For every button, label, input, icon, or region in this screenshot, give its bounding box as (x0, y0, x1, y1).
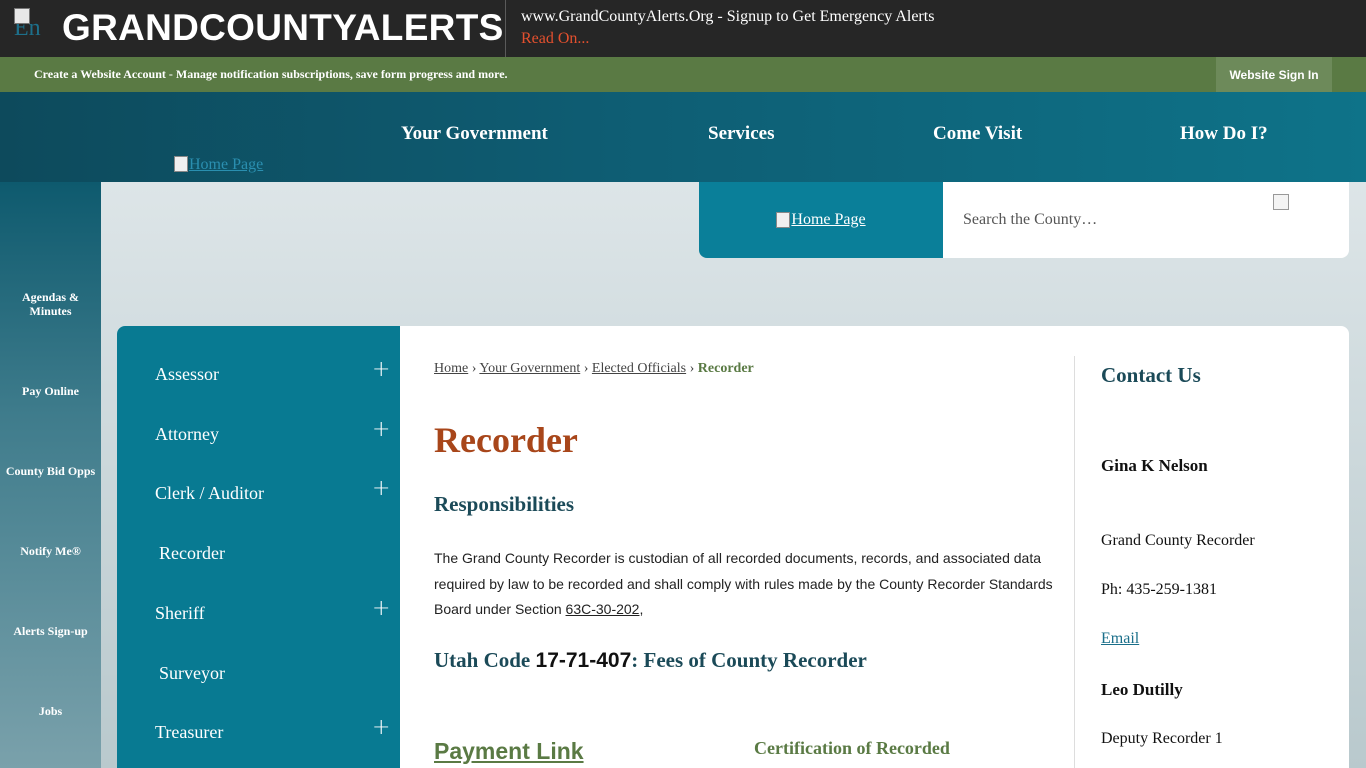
payment-link[interactable]: Payment Link (434, 738, 584, 765)
alert-read-on-link[interactable]: Read On... (521, 30, 589, 48)
contact-person2-title: Deputy Recorder 1 (1101, 730, 1223, 747)
subnav-item-attorney[interactable]: Attorney + (117, 414, 400, 454)
quick-link-jobs[interactable]: Jobs (0, 704, 101, 718)
nav-home-page-link[interactable]: Home Page (174, 156, 263, 174)
utah-code-prefix: Utah Code (434, 648, 536, 672)
certification-heading: Certification of Recorded (754, 738, 950, 758)
search-icon[interactable] (1273, 194, 1289, 210)
page-title: Recorder (434, 420, 578, 460)
contact-person2-name: Leo Dutilly (1101, 680, 1183, 699)
content-card: Assessor + Attorney + Clerk / Auditor + … (117, 326, 1349, 768)
utah-code-heading: Utah Code 17-71-407: Fees of County Reco… (434, 648, 867, 673)
website-sign-in-button[interactable]: Website Sign In (1216, 57, 1332, 92)
subnav-item-surveyor[interactable]: Surveyor (117, 653, 400, 693)
nav-services[interactable]: Services (708, 123, 774, 145)
emergency-alert-bar: En GRANDCOUNTYALERTS www.GrandCountyAler… (0, 0, 1366, 57)
expand-plus-icon[interactable]: + (372, 478, 390, 500)
contact-phone: Ph: 435-259-1381 (1101, 581, 1217, 598)
nav-how-do-i[interactable]: How Do I? (1180, 123, 1268, 145)
quick-links-sidebar: Agendas & Minutes Pay Online County Bid … (0, 182, 101, 768)
breadcrumb-separator: › (471, 361, 477, 376)
responsibilities-suffix: , (639, 601, 644, 617)
responsibilities-text: The Grand County Recorder is custodian o… (434, 546, 1054, 623)
quick-link-notify-me[interactable]: Notify Me® (0, 544, 101, 558)
alert-divider (505, 0, 506, 57)
subnav-item-label: Sheriff (155, 603, 205, 623)
subnav-item-label: Recorder (159, 543, 225, 563)
breadcrumb: Home › Your Government › Elected Officia… (434, 361, 754, 377)
nav-your-government[interactable]: Your Government (401, 123, 548, 145)
expand-plus-icon[interactable]: + (372, 359, 390, 381)
contact-email-link[interactable]: Email (1101, 630, 1139, 648)
nav-come-visit[interactable]: Come Visit (933, 123, 1022, 145)
contact-us-title: Contact Us (1101, 363, 1201, 387)
responsibilities-body: The Grand County Recorder is custodian o… (434, 550, 1053, 617)
section-63c-30-202-link[interactable]: 63C-30-202 (566, 601, 640, 617)
account-bar: Create a Website Account - Manage notifi… (0, 57, 1366, 92)
alerts-logo-image[interactable]: En (14, 8, 58, 50)
breadcrumb-separator: › (689, 361, 695, 376)
responsibilities-heading: Responsibilities (434, 492, 575, 516)
breadcrumb-current: Recorder (697, 361, 754, 376)
contact-us-panel: Contact Us Gina K Nelson Grand County Re… (1101, 326, 1331, 768)
section-subnav: Assessor + Attorney + Clerk / Auditor + … (117, 326, 400, 768)
search-box (943, 182, 1349, 258)
subnav-item-assessor[interactable]: Assessor + (117, 354, 400, 394)
create-account-link[interactable]: Create a Website Account - Manage notifi… (34, 67, 508, 82)
quick-link-alerts-signup[interactable]: Alerts Sign-up (0, 624, 101, 638)
subnav-item-label: Clerk / Auditor (155, 483, 264, 503)
subnav-item-label: Surveyor (159, 663, 225, 683)
logo-home-page-link[interactable]: Home Page (791, 211, 865, 229)
utah-code-number: 17-71-407 (535, 649, 632, 672)
breadcrumb-home[interactable]: Home (434, 361, 468, 376)
subnav-item-clerk-auditor[interactable]: Clerk / Auditor + (117, 473, 400, 513)
subnav-item-treasurer[interactable]: Treasurer + (117, 712, 400, 752)
expand-plus-icon[interactable]: + (372, 598, 390, 620)
main-content: Home › Your Government › Elected Officia… (434, 326, 1074, 768)
quick-link-bid-opps[interactable]: County Bid Opps (0, 464, 101, 478)
breadcrumb-elected-officials[interactable]: Elected Officials (592, 361, 686, 376)
county-logo-tile[interactable]: Home Page (699, 182, 943, 258)
search-input[interactable] (963, 204, 1263, 236)
subnav-item-label: Treasurer (155, 722, 224, 742)
quick-link-pay-online[interactable]: Pay Online (0, 384, 101, 398)
nav-home-page-label: Home Page (189, 156, 264, 173)
expand-plus-icon[interactable]: + (372, 419, 390, 441)
broken-image-icon (14, 8, 30, 24)
subnav-item-label: Attorney (155, 424, 219, 444)
breadcrumb-separator: › (583, 361, 589, 376)
broken-image-icon (776, 212, 791, 228)
subnav-item-recorder[interactable]: Recorder (117, 533, 400, 573)
broken-image-icon (174, 156, 188, 172)
quick-link-agendas-minutes[interactable]: Agendas & Minutes (0, 290, 101, 318)
subnav-item-label: Assessor (155, 364, 220, 384)
main-navigation: Home Page Your Government Services Come … (0, 92, 1366, 182)
contact-divider (1074, 356, 1075, 768)
utah-code-suffix: : Fees of County Recorder (631, 648, 867, 672)
expand-plus-icon[interactable]: + (372, 717, 390, 739)
breadcrumb-your-government[interactable]: Your Government (479, 361, 580, 376)
contact-person1-name: Gina K Nelson (1101, 456, 1208, 475)
contact-person1-title: Grand County Recorder (1101, 532, 1255, 549)
alerts-logo-text[interactable]: GRANDCOUNTYALERTS (62, 7, 504, 49)
subnav-item-sheriff[interactable]: Sheriff + (117, 593, 400, 633)
alert-message: www.GrandCountyAlerts.Org - Signup to Ge… (521, 8, 935, 25)
